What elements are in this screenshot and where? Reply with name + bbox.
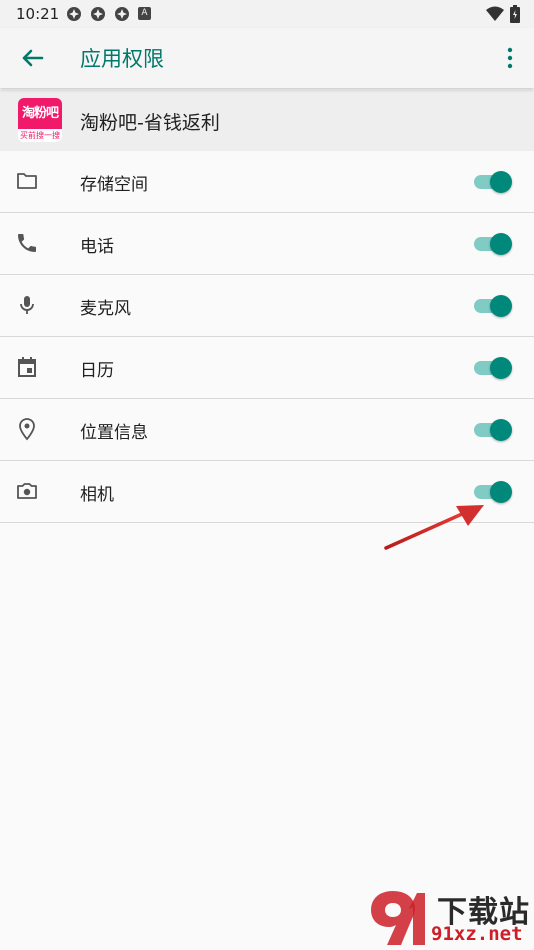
app-logo-text: 淘粉吧 (18, 98, 62, 129)
permission-row-calendar[interactable]: 日历 (0, 337, 534, 399)
toggle-thumb (490, 481, 512, 503)
annotation-arrow-icon (384, 505, 484, 550)
toggle-thumb (490, 171, 512, 193)
watermark-logo-icon (371, 891, 425, 945)
permission-row-location[interactable]: 位置信息 (0, 399, 534, 461)
more-options-button[interactable] (498, 42, 522, 74)
permission-row-storage[interactable]: 存储空间 (0, 151, 534, 213)
location-pin-icon (19, 418, 35, 441)
app-logo-subtext: 买前搜一搜 (20, 131, 60, 140)
toggle-thumb (490, 419, 512, 441)
arrow-left-icon (22, 49, 44, 67)
app-bar: 应用权限 (0, 28, 534, 88)
status-system-icons (486, 5, 520, 27)
app-header: 淘粉吧 买前搜一搜 淘粉吧-省钱返利 (0, 90, 534, 151)
location-permission-toggle[interactable] (474, 418, 514, 442)
toggle-thumb (490, 357, 512, 379)
permission-label: 位置信息 (80, 423, 148, 443)
watermark-url: 91xz.net (431, 923, 523, 945)
notification-badge-icon: A (138, 7, 151, 20)
camera-icon (17, 483, 37, 499)
more-vertical-icon (507, 47, 513, 69)
app-logo: 淘粉吧 买前搜一搜 (18, 98, 62, 142)
status-bar: 10:21 A (0, 0, 534, 28)
permission-label: 存储空间 (80, 175, 148, 195)
phone-icon (18, 234, 36, 252)
toggle-thumb (490, 295, 512, 317)
page-title: 应用权限 (80, 47, 164, 71)
status-time: 10:21 (16, 5, 60, 23)
storage-permission-toggle[interactable] (474, 170, 514, 194)
microphone-icon (20, 296, 34, 314)
toggle-thumb (490, 233, 512, 255)
permission-label: 电话 (80, 237, 114, 257)
permission-row-phone[interactable]: 电话 (0, 213, 534, 275)
permission-label: 麦克风 (80, 299, 131, 319)
status-notification-icons: A (66, 6, 151, 22)
calendar-icon (18, 357, 36, 377)
permission-label: 相机 (80, 485, 114, 505)
phone-permission-toggle[interactable] (474, 232, 514, 256)
permission-row-microphone[interactable]: 麦克风 (0, 275, 534, 337)
battery-icon (510, 5, 520, 27)
back-button[interactable] (14, 42, 50, 74)
permission-list: 存储空间 电话 麦克风 日历 位置信息 相机 (0, 151, 534, 523)
sync-icon (66, 6, 82, 22)
calendar-permission-toggle[interactable] (474, 356, 514, 380)
permission-label: 日历 (80, 361, 114, 381)
sync-icon (90, 6, 106, 22)
wifi-icon (486, 6, 504, 26)
microphone-permission-toggle[interactable] (474, 294, 514, 318)
app-name: 淘粉吧-省钱返利 (80, 112, 220, 134)
folder-icon (17, 173, 37, 189)
watermark: 下载站 91xz.net (365, 885, 534, 950)
sync-icon (114, 6, 130, 22)
